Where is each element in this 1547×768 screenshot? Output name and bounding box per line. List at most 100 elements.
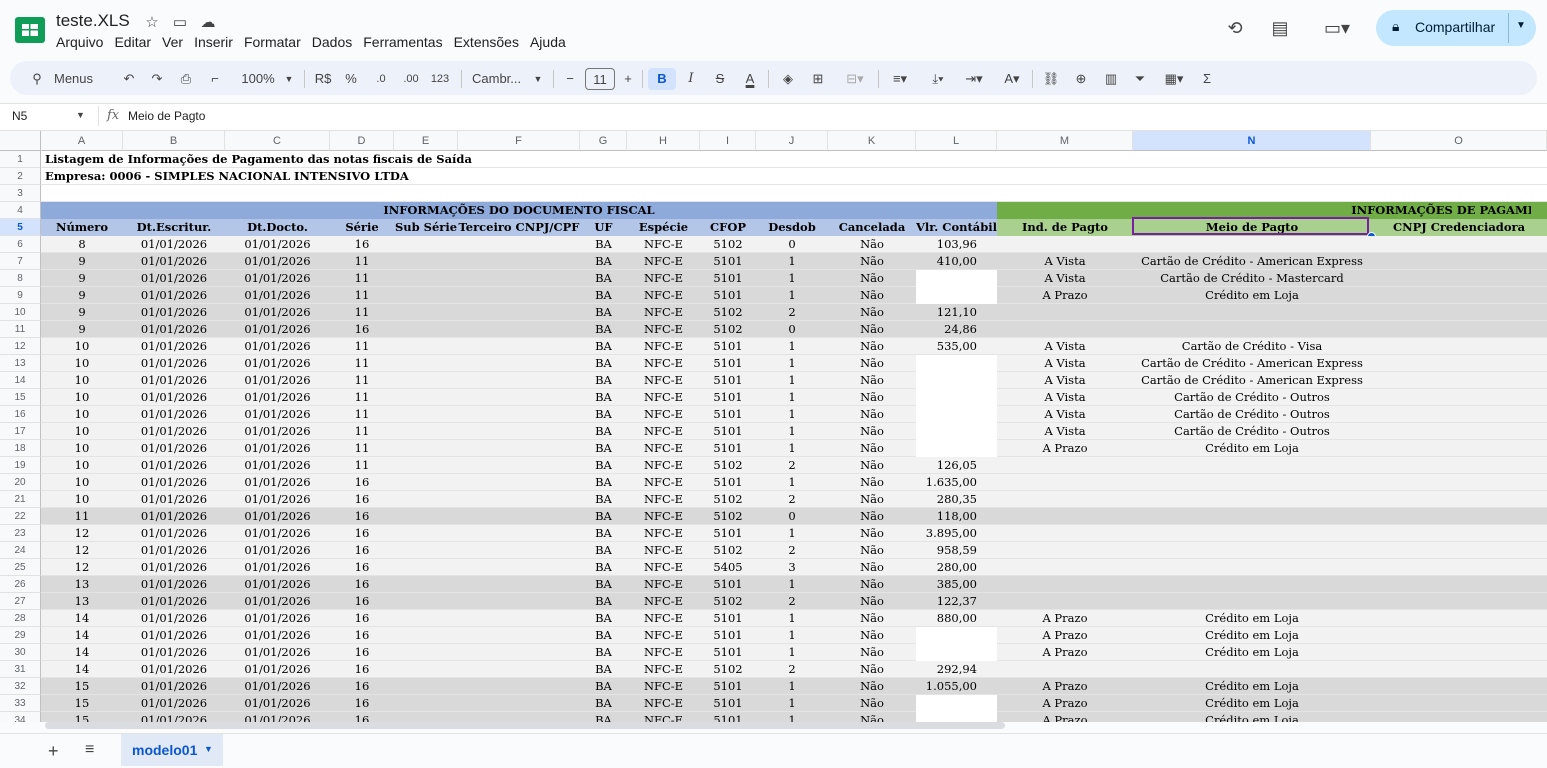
column-header-h[interactable]: H [627, 131, 700, 151]
row-header-28[interactable]: 28 [0, 610, 41, 627]
cell-o[interactable] [1371, 253, 1547, 270]
currency-format-button[interactable]: R$ [312, 68, 334, 90]
row-header-18[interactable]: 18 [0, 440, 41, 457]
menu-dados[interactable]: Dados [306, 34, 357, 50]
cell-g[interactable]: BA [580, 304, 627, 321]
row-header-23[interactable]: 23 [0, 525, 41, 542]
cell-o[interactable] [1371, 542, 1547, 559]
cell-j[interactable]: 0 [756, 321, 828, 338]
cell-n[interactable] [1133, 304, 1371, 321]
cell-n[interactable] [1133, 236, 1371, 253]
cell-j[interactable]: 1 [756, 525, 828, 542]
cell-c[interactable]: 01/01/2026 [225, 406, 330, 423]
column-title[interactable]: Vlr. Contábil [916, 219, 997, 236]
cell-m[interactable] [997, 321, 1133, 338]
column-header-p[interactable] [1531, 131, 1547, 151]
cell-l[interactable]: 280,00 [916, 559, 997, 576]
cell-b[interactable]: 01/01/2026 [123, 406, 225, 423]
cell-h[interactable]: NFC-E [627, 610, 700, 627]
cell-h[interactable]: NFC-E [627, 423, 700, 440]
cell-o[interactable] [1371, 423, 1547, 440]
cell-c[interactable]: 01/01/2026 [225, 542, 330, 559]
cell-h[interactable]: NFC-E [627, 457, 700, 474]
cell-n[interactable] [1133, 525, 1371, 542]
cell-d[interactable]: 11 [330, 440, 394, 457]
share-dropdown-icon[interactable]: ▼ [1516, 20, 1526, 31]
cell-d[interactable]: 16 [330, 491, 394, 508]
cell-o[interactable] [1371, 610, 1547, 627]
cell-e[interactable] [394, 423, 458, 440]
cell-o[interactable] [1371, 287, 1547, 304]
cell-b[interactable]: 01/01/2026 [123, 525, 225, 542]
report-title[interactable]: Listagem de Informações de Pagamento das… [41, 151, 472, 168]
cell-b[interactable]: 01/01/2026 [123, 474, 225, 491]
row-header-16[interactable]: 16 [0, 406, 41, 423]
cell-m[interactable] [997, 661, 1133, 678]
column-header-m[interactable]: M [997, 131, 1133, 151]
menu-inserir[interactable]: Inserir [189, 34, 239, 50]
column-title[interactable]: Dt.Escritur. [123, 219, 225, 236]
cell-k[interactable]: Não [828, 321, 916, 338]
cell-c[interactable]: 01/01/2026 [225, 559, 330, 576]
cell-m[interactable] [997, 525, 1133, 542]
filter-icon[interactable]: ⏷ [1130, 68, 1150, 90]
cell-a[interactable]: 14 [41, 661, 123, 678]
cell-j[interactable]: 1 [756, 270, 828, 287]
cell-i[interactable]: 5101 [700, 525, 756, 542]
italic-button[interactable]: I [682, 68, 700, 90]
cell-o[interactable] [1371, 338, 1547, 355]
cell-d[interactable]: 16 [330, 525, 394, 542]
text-color-button[interactable]: A [739, 68, 761, 90]
cell-f[interactable] [458, 372, 580, 389]
cell-b[interactable]: 01/01/2026 [123, 270, 225, 287]
cell-l[interactable]: 121,10 [916, 304, 997, 321]
cell-a[interactable]: 12 [41, 525, 123, 542]
cell-b[interactable]: 01/01/2026 [123, 542, 225, 559]
cell-b[interactable]: 01/01/2026 [123, 712, 225, 722]
cell-f[interactable] [458, 270, 580, 287]
cell-h[interactable]: NFC-E [627, 661, 700, 678]
row-header-27[interactable]: 27 [0, 593, 41, 610]
cell-n[interactable] [1133, 593, 1371, 610]
spreadsheet-grid[interactable]: A B C D E F G H I J K L M N O 1 Listagem de Informações … [0, 131, 1547, 722]
menu-extensoes[interactable]: Extensões [448, 34, 524, 50]
cell-o[interactable] [1371, 559, 1547, 576]
cell-k[interactable]: Não [828, 355, 916, 372]
cell-f[interactable] [458, 321, 580, 338]
cell-g[interactable]: BA [580, 491, 627, 508]
column-header-b[interactable]: B [123, 131, 225, 151]
cell-a[interactable]: 10 [41, 440, 123, 457]
cell-i[interactable]: 5102 [700, 508, 756, 525]
cell-i[interactable]: 5101 [700, 678, 756, 695]
cell-l[interactable]: 1.055,00 [916, 678, 997, 695]
cell-c[interactable]: 01/01/2026 [225, 440, 330, 457]
cell-c[interactable]: 01/01/2026 [225, 491, 330, 508]
cell-o[interactable] [1371, 270, 1547, 287]
sheets-logo-icon[interactable] [15, 17, 45, 43]
cell-i[interactable]: 5405 [700, 559, 756, 576]
sheet-tab-dropdown-icon[interactable]: ▼ [204, 744, 213, 754]
cell-i[interactable]: 5101 [700, 712, 756, 722]
cell-o[interactable] [1371, 236, 1547, 253]
cell-c[interactable]: 01/01/2026 [225, 627, 330, 644]
cell-k[interactable]: Não [828, 712, 916, 722]
cell-f[interactable] [458, 236, 580, 253]
cell-a[interactable]: 15 [41, 678, 123, 695]
cell-n[interactable]: Crédito em Loja [1133, 712, 1371, 722]
cell-m[interactable] [997, 474, 1133, 491]
cell-a[interactable]: 10 [41, 491, 123, 508]
cell-m[interactable] [997, 576, 1133, 593]
zoom-select[interactable]: 100% [236, 68, 280, 90]
cell-k[interactable]: Não [828, 559, 916, 576]
cell-n[interactable]: Cartão de Crédito - Outros [1133, 389, 1371, 406]
column-header-i[interactable]: I [700, 131, 756, 151]
cell-j[interactable]: 0 [756, 236, 828, 253]
cell-c[interactable]: 01/01/2026 [225, 287, 330, 304]
cell-i[interactable]: 5102 [700, 661, 756, 678]
column-title[interactable]: CFOP [700, 219, 756, 236]
cell-i[interactable]: 5101 [700, 389, 756, 406]
menu-ajuda[interactable]: Ajuda [524, 34, 571, 50]
cell-b[interactable]: 01/01/2026 [123, 661, 225, 678]
cell-j[interactable]: 1 [756, 423, 828, 440]
cell-j[interactable]: 1 [756, 644, 828, 661]
